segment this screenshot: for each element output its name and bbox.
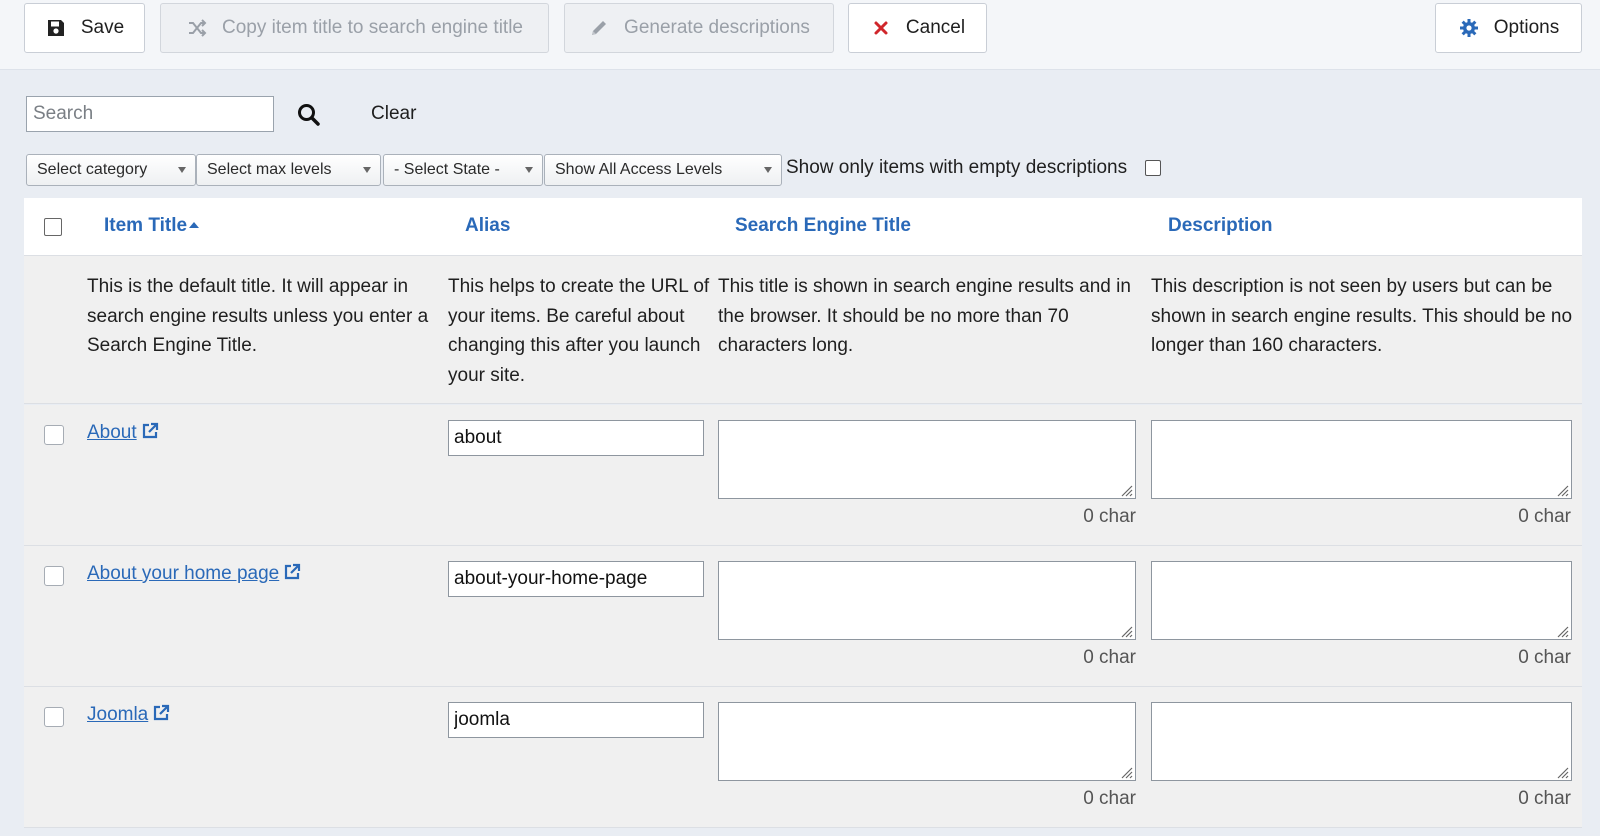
external-link-icon bbox=[142, 422, 158, 439]
item-title-link[interactable]: About your home page bbox=[87, 563, 301, 585]
help-description: This description is not seen by users bu… bbox=[1151, 276, 1573, 356]
save-icon bbox=[45, 17, 67, 39]
column-header-item-title-label: Item Title bbox=[104, 215, 188, 236]
toolbar: Save Copy item title to search engine ti… bbox=[0, 0, 1600, 70]
close-icon bbox=[870, 17, 892, 39]
table-row: About 0 char 0 char bbox=[24, 405, 1582, 546]
options-label: Options bbox=[1493, 17, 1560, 38]
shuffle-icon bbox=[186, 17, 208, 39]
category-select-value: Select category bbox=[37, 161, 148, 178]
alias-input[interactable] bbox=[448, 561, 704, 597]
resize-grip-icon[interactable] bbox=[1119, 765, 1133, 779]
description-char-count: 0 char bbox=[1518, 506, 1571, 527]
item-title-label: About your home page bbox=[87, 563, 280, 584]
copy-title-label: Copy item title to search engine title bbox=[222, 17, 523, 38]
alias-input[interactable] bbox=[448, 702, 704, 738]
search-input[interactable] bbox=[26, 96, 274, 132]
empty-descriptions-checkbox[interactable] bbox=[1145, 160, 1161, 176]
row-checkbox[interactable] bbox=[44, 566, 64, 586]
max-levels-select-value: Select max levels bbox=[207, 161, 332, 178]
row-checkbox[interactable] bbox=[44, 425, 64, 445]
state-select-value: - Select State - bbox=[394, 161, 500, 178]
help-search-engine-title: This title is shown in search engine res… bbox=[718, 276, 1131, 356]
column-header-search-engine-title[interactable]: Search Engine Title bbox=[735, 215, 911, 237]
help-row: This is the default title. It will appea… bbox=[24, 256, 1582, 404]
column-header-alias[interactable]: Alias bbox=[465, 215, 510, 237]
table-row: About your home page 0 char 0 char bbox=[24, 546, 1582, 687]
generate-descriptions-button[interactable]: Generate descriptions bbox=[564, 3, 834, 53]
chevron-down-icon bbox=[363, 167, 371, 173]
search-engine-title-char-count: 0 char bbox=[1083, 506, 1136, 527]
search-engine-title-textarea[interactable] bbox=[718, 420, 1136, 499]
row-checkbox[interactable] bbox=[44, 707, 64, 727]
cancel-label: Cancel bbox=[905, 17, 966, 38]
save-label: Save bbox=[80, 17, 125, 38]
clear-button[interactable]: Clear bbox=[371, 103, 416, 125]
search-engine-title-textarea[interactable] bbox=[718, 561, 1136, 640]
search-icon bbox=[298, 104, 320, 126]
help-alias: This helps to create the URL of your ite… bbox=[448, 276, 710, 386]
external-link-icon bbox=[285, 563, 301, 580]
resize-grip-icon[interactable] bbox=[1555, 483, 1569, 497]
state-select[interactable]: - Select State - bbox=[383, 154, 543, 186]
description-char-count: 0 char bbox=[1518, 788, 1571, 809]
description-textarea[interactable] bbox=[1151, 702, 1572, 781]
generate-descriptions-label: Generate descriptions bbox=[624, 17, 810, 38]
resize-grip-icon[interactable] bbox=[1555, 624, 1569, 638]
empty-descriptions-label: Show only items with empty descriptions bbox=[786, 157, 1128, 178]
gear-icon bbox=[1458, 17, 1480, 39]
column-header-item-title[interactable]: Item Title bbox=[104, 215, 200, 237]
item-title-link[interactable]: Joomla bbox=[87, 704, 170, 726]
max-levels-select[interactable]: Select max levels bbox=[196, 154, 381, 186]
copy-title-button[interactable]: Copy item title to search engine title bbox=[160, 3, 549, 53]
item-title-label: About bbox=[87, 422, 137, 443]
help-item-title: This is the default title. It will appea… bbox=[87, 276, 429, 356]
description-textarea[interactable] bbox=[1151, 561, 1572, 640]
select-all-checkbox[interactable] bbox=[44, 218, 62, 236]
chevron-down-icon bbox=[178, 167, 186, 173]
options-button[interactable]: Options bbox=[1435, 3, 1582, 53]
category-select[interactable]: Select category bbox=[26, 154, 196, 186]
search-engine-title-textarea[interactable] bbox=[718, 702, 1136, 781]
item-title-label: Joomla bbox=[87, 704, 149, 725]
description-textarea[interactable] bbox=[1151, 420, 1572, 499]
search-engine-title-char-count: 0 char bbox=[1083, 647, 1136, 668]
search-button[interactable] bbox=[296, 102, 322, 128]
save-button[interactable]: Save bbox=[24, 3, 145, 53]
chevron-down-icon bbox=[764, 167, 772, 173]
sort-ascending-icon bbox=[189, 222, 200, 228]
alias-input[interactable] bbox=[448, 420, 704, 456]
search-engine-title-char-count: 0 char bbox=[1083, 788, 1136, 809]
cancel-button[interactable]: Cancel bbox=[848, 3, 987, 53]
resize-grip-icon[interactable] bbox=[1555, 765, 1569, 779]
table-row: Joomla 0 char 0 char bbox=[24, 687, 1582, 828]
external-link-icon bbox=[154, 704, 170, 721]
chevron-down-icon bbox=[525, 167, 533, 173]
column-header-description[interactable]: Description bbox=[1168, 215, 1273, 237]
pencil-icon bbox=[588, 17, 610, 39]
resize-grip-icon[interactable] bbox=[1119, 624, 1133, 638]
access-levels-select[interactable]: Show All Access Levels bbox=[544, 154, 782, 186]
item-title-link[interactable]: About bbox=[87, 422, 159, 444]
description-char-count: 0 char bbox=[1518, 647, 1571, 668]
table-header: Item Title Alias Search Engine Title Des… bbox=[24, 198, 1582, 256]
resize-grip-icon[interactable] bbox=[1119, 483, 1133, 497]
access-levels-select-value: Show All Access Levels bbox=[555, 161, 723, 178]
